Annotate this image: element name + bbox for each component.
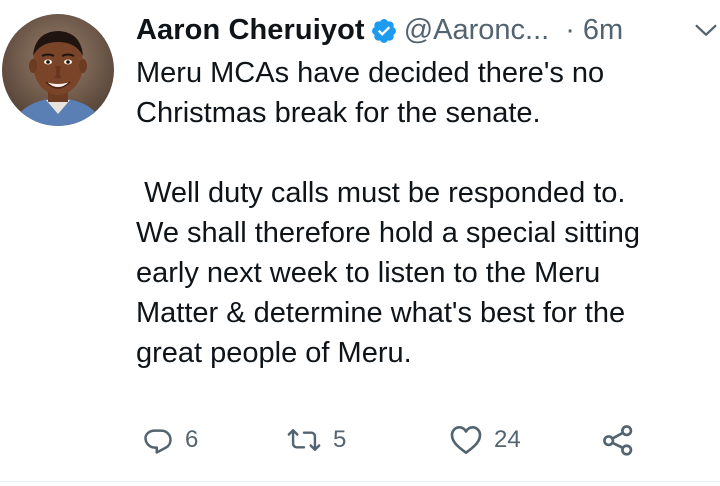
- tweet-paragraph: Well duty calls must be responded to. We…: [136, 177, 641, 369]
- verified-badge-icon: [370, 16, 398, 44]
- like-button[interactable]: 24: [450, 418, 521, 462]
- retweet-icon: [287, 425, 321, 455]
- tweet-header: Aaron Cheruiyot @Aaronc... · 6m: [136, 10, 623, 50]
- avatar-image: [2, 14, 114, 126]
- reply-count: 6: [185, 426, 199, 453]
- chevron-down-icon[interactable]: [692, 16, 720, 44]
- like-count: 24: [494, 426, 521, 453]
- tweet-paragraph: Meru MCAs have decided there's no Christ…: [136, 57, 605, 129]
- heart-icon: [450, 425, 482, 455]
- tweet[interactable]: Aaron Cheruiyot @Aaronc... · 6m Meru MCA…: [0, 0, 720, 486]
- retweet-count: 5: [333, 426, 347, 453]
- reply-icon: [143, 425, 173, 455]
- share-icon: [601, 424, 635, 456]
- separator-dot: ·: [565, 14, 575, 46]
- tweet-text: Meru MCAs have decided there's no Christ…: [136, 53, 720, 373]
- action-bar: 6 5 24: [0, 418, 720, 462]
- avatar[interactable]: [2, 14, 114, 126]
- retweet-button[interactable]: 5: [287, 418, 346, 462]
- timestamp[interactable]: 6m: [583, 10, 623, 50]
- user-handle[interactable]: @Aaronc...: [404, 10, 550, 50]
- share-button[interactable]: [601, 418, 635, 462]
- display-name[interactable]: Aaron Cheruiyot: [136, 10, 365, 50]
- reply-button[interactable]: 6: [143, 418, 198, 462]
- divider: [0, 481, 720, 482]
